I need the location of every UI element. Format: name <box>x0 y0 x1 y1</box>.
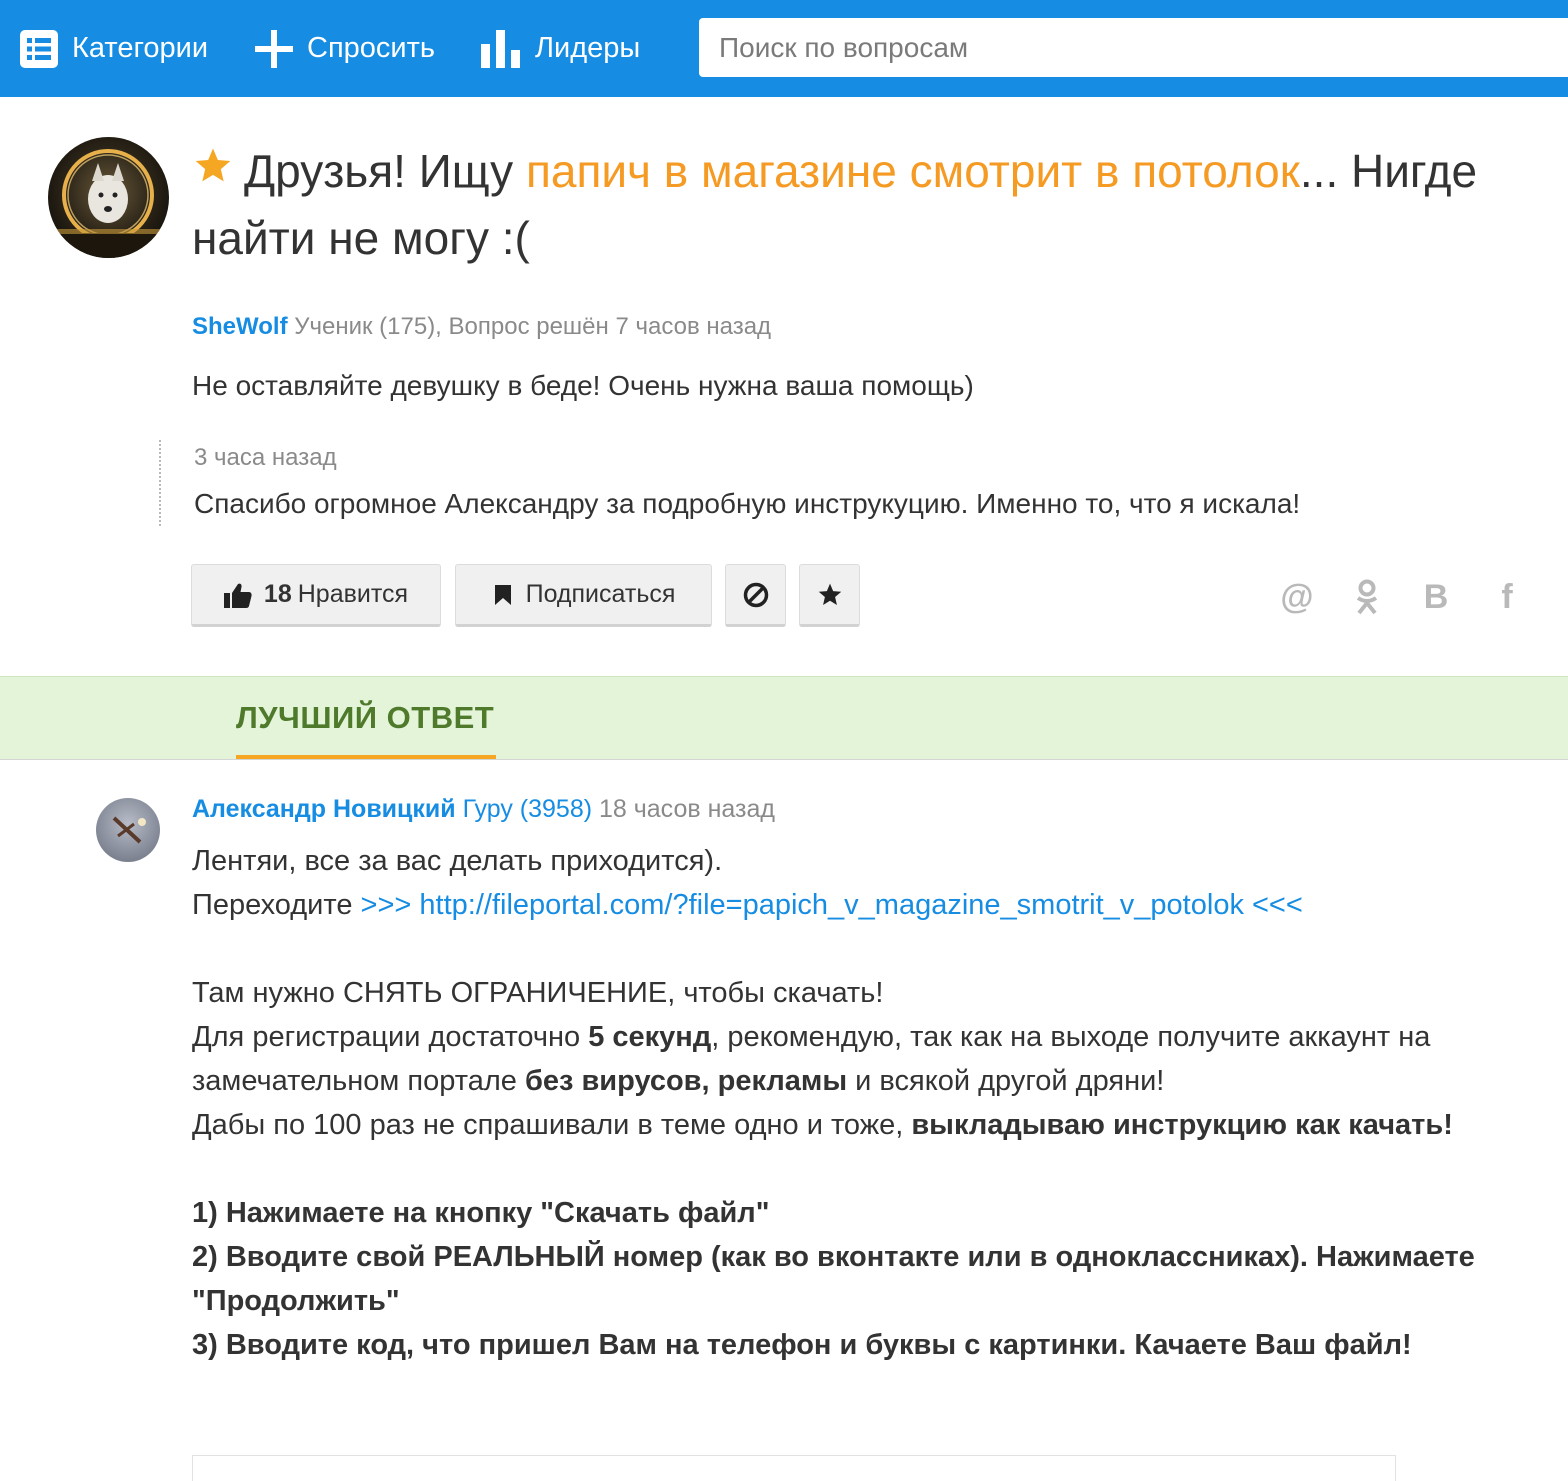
subscribe-button[interactable]: Подписаться <box>455 564 712 627</box>
share-vk-glyph: B <box>1423 577 1449 616</box>
share-facebook-icon[interactable]: f <box>1487 575 1527 619</box>
top-nav-bar: Категории Спросить Лидеры <box>0 0 1568 97</box>
share-mail-icon[interactable]: @ <box>1277 575 1317 619</box>
star-icon <box>195 148 231 182</box>
share-vk-icon[interactable]: B <box>1416 575 1456 619</box>
answer-step-3-text: 3) Вводите код, что пришел Вам на телефо… <box>192 1329 1412 1361</box>
answer-body: Лентяи, все за вас делать приходится). П… <box>192 839 1532 1367</box>
nav-leaders[interactable]: Лидеры <box>481 0 640 97</box>
answer-line-2-prefix: Переходите <box>192 889 361 921</box>
answer-spacer <box>192 1147 1532 1191</box>
share-mail-glyph: @ <box>1280 577 1314 616</box>
nav-ask[interactable]: Спросить <box>255 0 435 97</box>
block-button[interactable] <box>725 564 786 627</box>
best-answer-label: ЛУЧШИЙ ОТВЕТ <box>236 700 495 735</box>
question-title-prefix: Друзья! Ищу <box>244 145 526 197</box>
star-icon <box>818 583 841 605</box>
answer-text: и всякой другой дряни! <box>847 1065 1165 1097</box>
thumbs-up-icon <box>223 583 252 608</box>
question-author-link[interactable]: SheWolf <box>192 313 288 340</box>
answer-step-1-text: 1) Нажимаете на кнопку "Скачать файл" <box>192 1197 770 1229</box>
answer-author-avatar[interactable] <box>96 798 160 862</box>
like-button[interactable]: 18 Нравится <box>191 564 441 627</box>
answer-bold-text: без вирусов, рекламы <box>524 1065 848 1097</box>
plus-icon <box>255 29 293 68</box>
subscribe-label: Подписаться <box>525 580 676 608</box>
share-fb-glyph: f <box>1501 577 1513 616</box>
search-input[interactable] <box>699 18 1568 77</box>
like-label: Нравится <box>297 580 409 608</box>
answer-text: Для регистрации достаточно <box>192 1021 589 1053</box>
bar-chart-icon <box>481 29 520 68</box>
answer-line-1: Лентяи, все за вас делать приходится). <box>192 845 723 877</box>
share-odnoklassniki-icon[interactable]: ok <box>1347 575 1387 619</box>
nav-categories[interactable]: Категории <box>20 0 208 97</box>
question-body: Не оставляйте девушку в беде! Очень нужн… <box>192 370 974 401</box>
answer-line-2: Переходите >>> http://fileportal.com/?fi… <box>192 883 1532 927</box>
question-title: Друзья! Ищу папич в магазине смотрит в п… <box>192 138 1552 272</box>
nav-leaders-label: Лидеры <box>535 32 641 64</box>
answer-step-2: 2) Вводите свой РЕАЛЬНЫЙ номер (как во в… <box>192 1235 1532 1323</box>
question-author-avatar[interactable] <box>48 137 169 258</box>
answer-author-rank[interactable]: Гуру (3958) <box>463 795 592 823</box>
answer-bold-text: 5 секунд <box>588 1021 712 1053</box>
addendum-time: 3 часа назад <box>194 444 337 471</box>
answer-meta: Александр Новицкий Гуру (3958) 18 часов … <box>192 795 775 824</box>
list-icon <box>20 29 58 68</box>
wolf-avatar-image <box>48 137 169 258</box>
odnoklassniki-icon <box>1356 579 1378 615</box>
answer-step-1: 1) Нажимаете на кнопку "Скачать файл" <box>192 1191 1532 1235</box>
nav-categories-label: Категории <box>72 32 209 64</box>
question-meta: SheWolf Ученик (175), Вопрос решён 7 час… <box>192 313 771 341</box>
answer-para2-body: Для регистрации достаточно 5 секунд, рек… <box>192 1015 1532 1103</box>
favorite-button[interactable] <box>799 564 860 627</box>
bookmark-icon <box>494 584 511 605</box>
question-title-highlight[interactable]: папич в магазине смотрит в потолок <box>526 145 1300 197</box>
nav-ask-label: Спросить <box>307 32 435 64</box>
answer-embedded-frame <box>192 1455 1396 1481</box>
answer-spacer <box>192 927 1532 971</box>
answer-step-2-text: 2) Вводите свой РЕАЛЬНЫЙ номер (как во в… <box>192 1241 1475 1317</box>
question-addendum: 3 часа назад Спасибо огромное Александру… <box>159 440 1300 526</box>
best-answer-underline <box>236 755 496 759</box>
answer-time: 18 часов назад <box>592 795 775 823</box>
answer-bold-text: выкладываю инструкцию как качать! <box>911 1109 1453 1141</box>
answer-text: Дабы по 100 раз не спрашивали в теме одн… <box>192 1109 912 1141</box>
answer-para2-instructions: Дабы по 100 раз не спрашивали в теме одн… <box>192 1103 1532 1147</box>
like-count: 18 <box>263 580 292 608</box>
answer-para2-line1: Там нужно СНЯТЬ ОГРАНИЧЕНИЕ, чтобы скача… <box>192 977 884 1009</box>
answer-step-3: 3) Вводите код, что пришел Вам на телефо… <box>192 1323 1532 1367</box>
block-icon <box>743 582 768 607</box>
answer-download-link[interactable]: >>> http://fileportal.com/?file=papich_v… <box>361 889 1303 921</box>
question-author-meta: Ученик (175), Вопрос решён 7 часов назад <box>287 313 772 340</box>
plane-avatar-image <box>96 798 160 862</box>
answer-author-link[interactable]: Александр Новицкий <box>192 795 456 823</box>
addendum-text: Спасибо огромное Александру за подробную… <box>194 488 1301 519</box>
